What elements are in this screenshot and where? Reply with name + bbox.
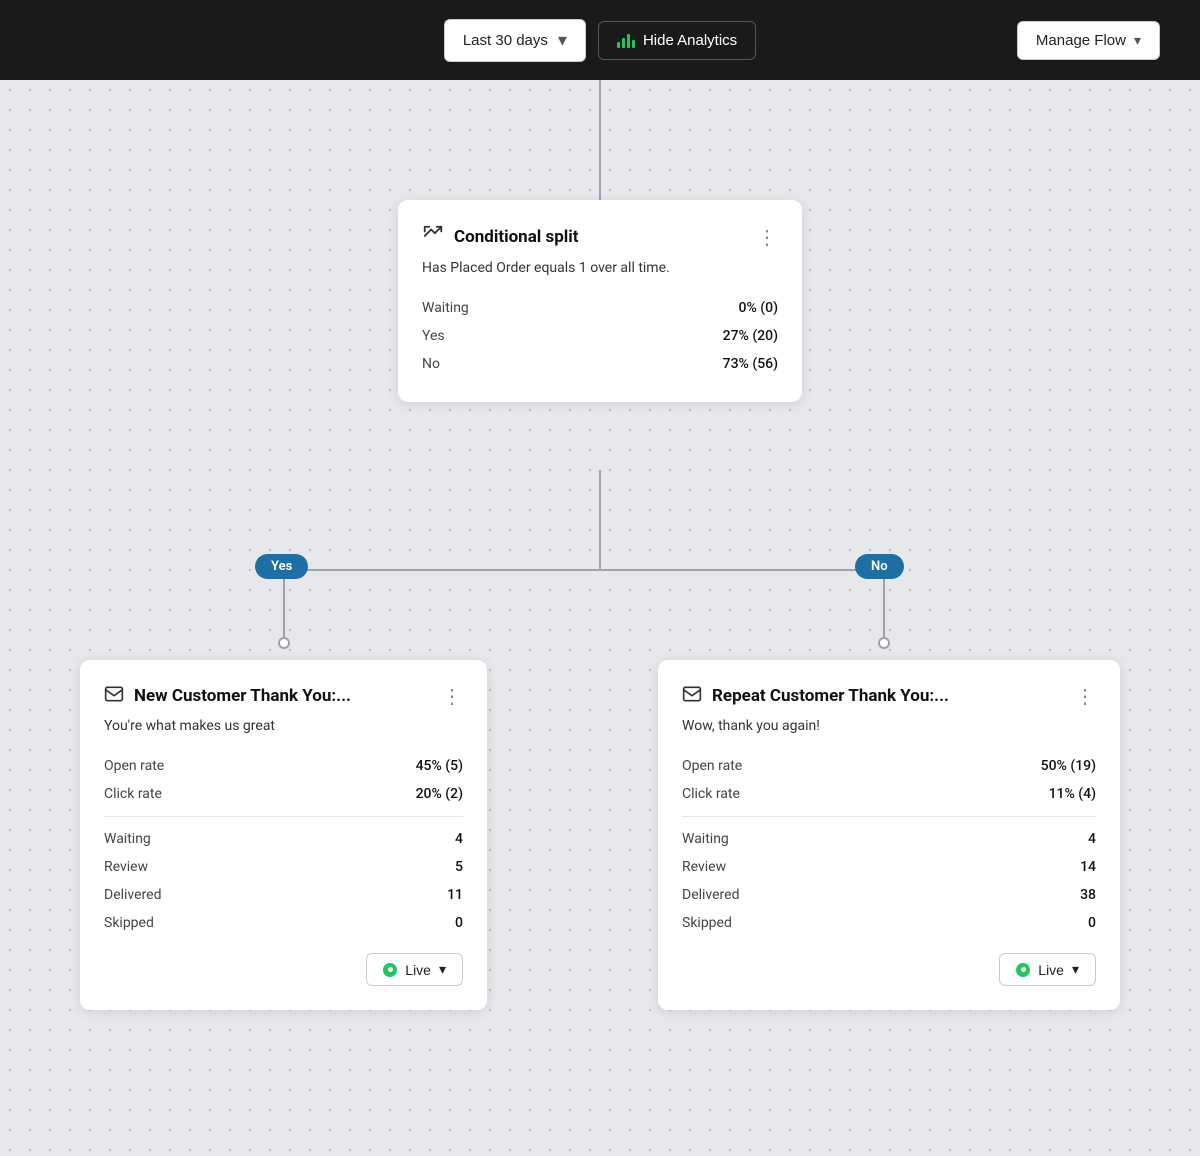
date-range-button[interactable]: Last 30 days ▾ [444, 19, 586, 62]
new-customer-title: New Customer Thank You:... [134, 686, 351, 706]
repeat-customer-live-button[interactable]: Live ▾ [999, 953, 1096, 986]
conditional-split-menu[interactable]: ⋮ [757, 227, 778, 247]
hide-analytics-button[interactable]: Hide Analytics [598, 21, 756, 60]
waiting-value: 0% (0) [739, 300, 778, 316]
repeat-review-row: Review 14 [682, 853, 1096, 881]
hide-analytics-label: Hide Analytics [643, 32, 737, 49]
repeat-customer-subtitle: Wow, thank you again! [682, 718, 1096, 734]
connector-branch-horizontal [283, 569, 883, 571]
repeat-waiting-row: Waiting 4 [682, 825, 1096, 853]
manage-flow-button[interactable]: Manage Flow ▾ [1017, 21, 1160, 60]
repeat-live-label: Live [1038, 962, 1064, 978]
manage-flow-label: Manage Flow [1036, 32, 1126, 49]
connector-split-down [599, 470, 601, 570]
new-open-rate-label: Open rate [104, 758, 164, 774]
yes-badge: Yes [255, 554, 308, 579]
no-label: No [422, 356, 440, 372]
split-icon [422, 224, 444, 250]
stat-row-no: No 73% (56) [422, 350, 778, 378]
new-card-divider [104, 816, 463, 817]
bar-chart-icon [617, 32, 635, 48]
conditional-split-title: Conditional split [454, 227, 579, 247]
repeat-open-rate-value: 50% (19) [1041, 758, 1096, 774]
yes-label: Yes [422, 328, 445, 344]
new-click-rate-value: 20% (2) [416, 786, 463, 802]
email-icon-right [682, 684, 702, 708]
conditional-split-condition: Has Placed Order equals 1 over all time. [422, 260, 778, 276]
no-badge: No [855, 554, 904, 579]
new-chevron-icon: ▾ [439, 961, 446, 978]
new-customer-card: New Customer Thank You:... ⋮ You're what… [80, 660, 487, 1010]
repeat-open-rate-row: Open rate 50% (19) [682, 752, 1096, 780]
repeat-card-footer: Live ▾ [682, 953, 1096, 986]
header: Last 30 days ▾ Hide Analytics Manage Flo… [0, 0, 1200, 80]
repeat-click-rate-label: Click rate [682, 786, 740, 802]
new-delivered-row: Delivered 11 [104, 881, 463, 909]
circle-left [278, 637, 290, 649]
repeat-click-rate-row: Click rate 11% (4) [682, 780, 1096, 808]
repeat-open-rate-label: Open rate [682, 758, 742, 774]
manage-flow-arrow-icon: ▾ [1134, 32, 1141, 49]
new-customer-live-button[interactable]: Live ▾ [366, 953, 463, 986]
new-live-label: Live [405, 962, 431, 978]
live-dot-left [383, 963, 397, 977]
new-customer-subtitle: You're what makes us great [104, 718, 463, 734]
repeat-delivered-row: Delivered 38 [682, 881, 1096, 909]
repeat-skipped-row: Skipped 0 [682, 909, 1096, 937]
new-customer-menu[interactable]: ⋮ [442, 686, 463, 706]
new-card-footer: Live ▾ [104, 953, 463, 986]
date-range-label: Last 30 days [463, 32, 548, 49]
new-click-rate-label: Click rate [104, 786, 162, 802]
repeat-customer-title: Repeat Customer Thank You:... [712, 686, 949, 706]
new-review-row: Review 5 [104, 853, 463, 881]
new-waiting-row: Waiting 4 [104, 825, 463, 853]
no-value: 73% (56) [723, 356, 778, 372]
stat-row-yes: Yes 27% (20) [422, 322, 778, 350]
new-click-rate-row: Click rate 20% (2) [104, 780, 463, 808]
new-open-rate-value: 45% (5) [416, 758, 463, 774]
email-icon-left [104, 684, 124, 708]
repeat-chevron-icon: ▾ [1072, 961, 1079, 978]
conditional-split-card: Conditional split ⋮ Has Placed Order equ… [398, 200, 802, 402]
yes-value: 27% (20) [723, 328, 778, 344]
dropdown-arrow-icon: ▾ [558, 30, 567, 51]
new-skipped-row: Skipped 0 [104, 909, 463, 937]
connector-top [599, 80, 601, 210]
repeat-click-rate-value: 11% (4) [1049, 786, 1096, 802]
circle-right [878, 637, 890, 649]
repeat-card-divider [682, 816, 1096, 817]
repeat-customer-menu[interactable]: ⋮ [1075, 686, 1096, 706]
waiting-label: Waiting [422, 300, 469, 316]
live-dot-right [1016, 963, 1030, 977]
repeat-customer-card: Repeat Customer Thank You:... ⋮ Wow, tha… [658, 660, 1120, 1010]
flow-canvas: Conditional split ⋮ Has Placed Order equ… [0, 80, 1200, 1156]
new-open-rate-row: Open rate 45% (5) [104, 752, 463, 780]
stat-row-waiting: Waiting 0% (0) [422, 294, 778, 322]
